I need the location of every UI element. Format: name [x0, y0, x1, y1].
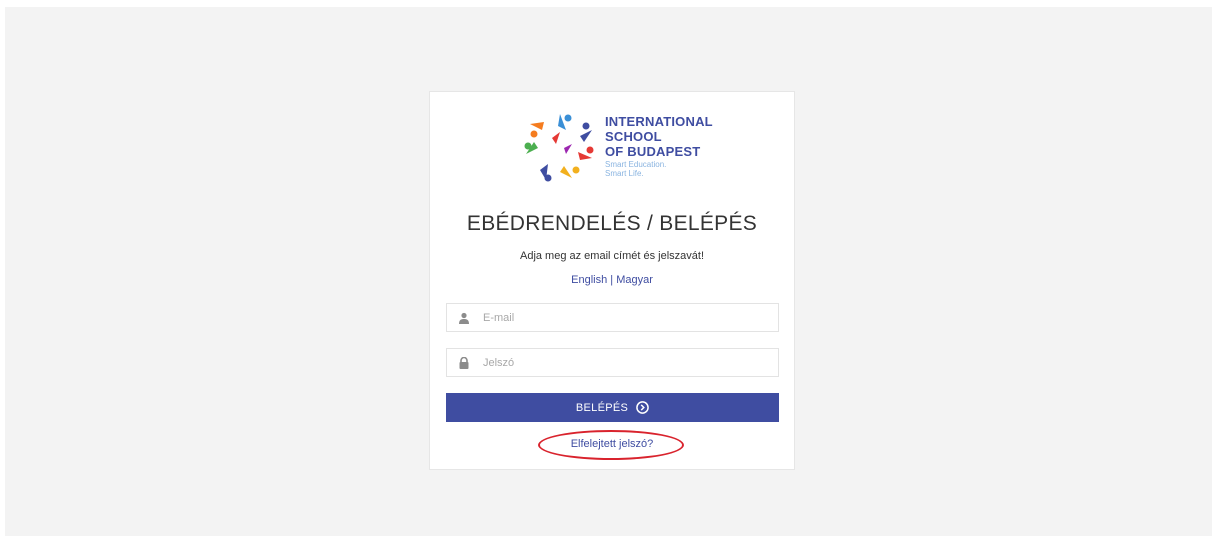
logo-line-2: SCHOOL: [605, 129, 662, 144]
language-switcher: English | Magyar: [430, 274, 794, 286]
logo-mark-icon: [524, 114, 594, 182]
email-input[interactable]: [483, 304, 763, 331]
logo-line-3: OF BUDAPEST: [605, 144, 701, 159]
forgot-password-container: Elfelejtett jelszó?: [430, 438, 794, 450]
circle-arrow-right-icon: [636, 401, 649, 414]
email-field[interactable]: [446, 303, 779, 332]
logo-text: INTERNATIONAL SCHOOL OF BUDAPEST Smart E…: [605, 114, 713, 178]
password-input[interactable]: [483, 349, 763, 376]
language-hungarian-link[interactable]: Magyar: [616, 274, 653, 286]
login-button-label: BELÉPÉS: [575, 401, 629, 414]
language-english-link[interactable]: English: [571, 274, 607, 286]
lock-icon: [459, 357, 469, 369]
password-field[interactable]: [446, 348, 779, 377]
logo-tagline-2: Smart Life.: [605, 169, 644, 178]
instruction-text: Adja meg az email címét és jelszavát!: [519, 250, 705, 262]
page-title: EBÉDRENDELÉS / BELÉPÉS: [466, 212, 758, 235]
user-icon: [459, 312, 469, 324]
login-card: INTERNATIONAL SCHOOL OF BUDAPEST Smart E…: [429, 91, 795, 470]
login-button[interactable]: BELÉPÉS: [446, 393, 779, 422]
language-separator: |: [607, 274, 617, 286]
forgot-password-link[interactable]: Elfelejtett jelszó?: [571, 438, 654, 450]
school-logo: INTERNATIONAL SCHOOL OF BUDAPEST Smart E…: [520, 108, 720, 186]
logo-tagline-1: Smart Education.: [605, 160, 667, 169]
logo-line-1: INTERNATIONAL: [605, 114, 713, 129]
